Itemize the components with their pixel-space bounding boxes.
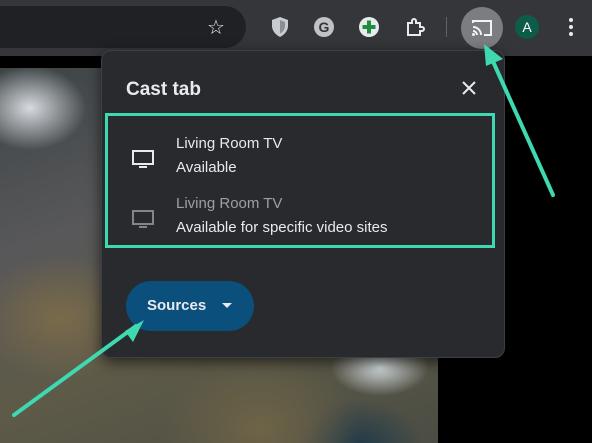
- cast-button[interactable]: [461, 7, 503, 49]
- device-status: Available for specific video sites: [176, 219, 388, 236]
- device-item-living-room-tv[interactable]: Living Room TV Available: [128, 135, 468, 185]
- extensions-puzzle-icon[interactable]: [402, 14, 428, 40]
- toolbar-separator: [446, 17, 447, 37]
- bookmark-star-icon[interactable]: ☆: [206, 17, 226, 37]
- cast-icon: [472, 20, 492, 36]
- profile-avatar[interactable]: A: [515, 15, 539, 39]
- tv-icon: [132, 150, 154, 168]
- grammarly-icon[interactable]: G: [311, 14, 337, 40]
- sources-button[interactable]: Sources: [126, 281, 254, 331]
- dialog-title: Cast tab: [126, 79, 201, 100]
- green-plus-extension-icon[interactable]: [356, 14, 382, 40]
- bitwarden-shield-icon[interactable]: [267, 14, 293, 40]
- dropdown-caret-icon: [222, 303, 232, 308]
- more-vert-icon[interactable]: [563, 14, 579, 40]
- tv-icon: [132, 210, 154, 228]
- device-status: Available: [176, 159, 237, 176]
- device-name: Living Room TV: [176, 195, 283, 212]
- device-name: Living Room TV: [176, 135, 283, 152]
- browser-toolbar: ☆ G A: [0, 0, 592, 56]
- svg-text:G: G: [319, 19, 330, 35]
- close-icon[interactable]: [458, 77, 480, 99]
- cast-dialog: Cast tab Living Room TV Available Living…: [101, 50, 505, 358]
- device-item-living-room-tv-limited[interactable]: Living Room TV Available for specific vi…: [128, 195, 468, 245]
- sources-label: Sources: [147, 297, 207, 314]
